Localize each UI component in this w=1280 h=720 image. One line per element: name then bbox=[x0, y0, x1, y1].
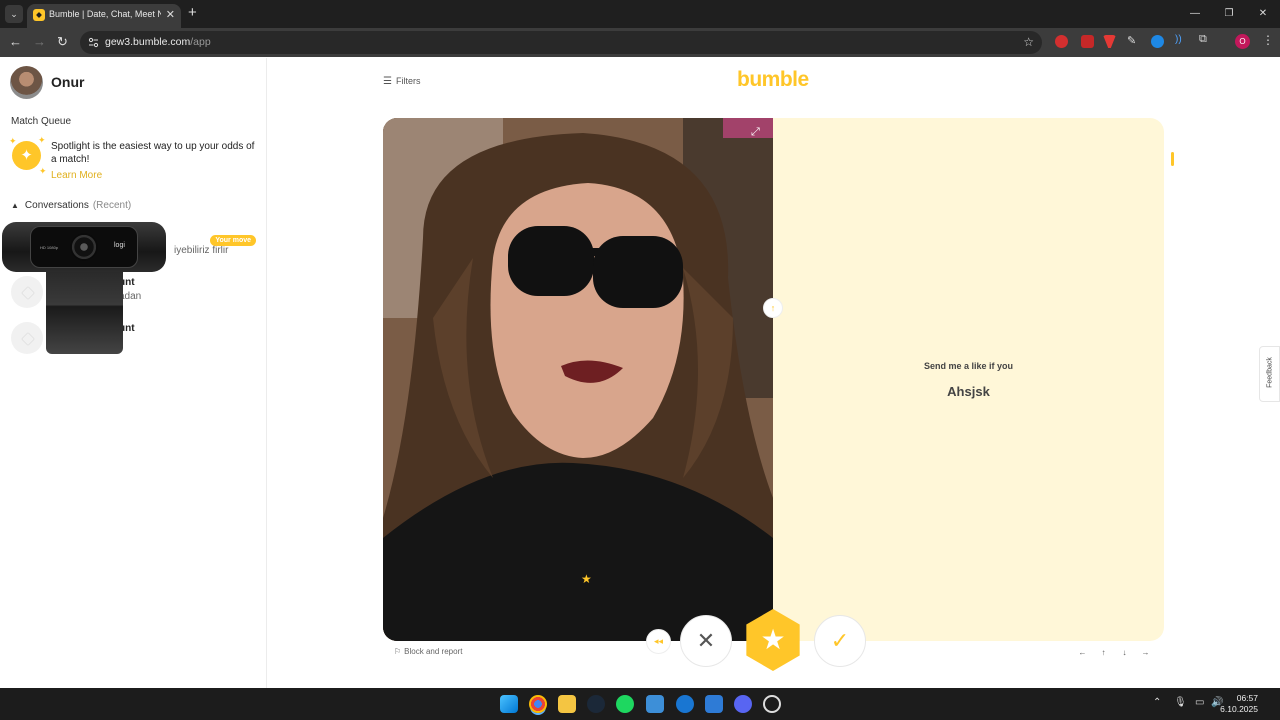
flag-icon: ⚐ bbox=[394, 647, 402, 656]
webcam-lens bbox=[70, 233, 98, 261]
extension-icon[interactable] bbox=[1055, 35, 1068, 48]
webcam-label: HD 1080p bbox=[40, 245, 59, 250]
arrow-up-hint: ↑ bbox=[1101, 648, 1106, 657]
taskbar: ⌃ 🎙 ▭ 🔊 06:57 6.10.2025 bbox=[0, 688, 1280, 720]
svg-text:★: ★ bbox=[581, 572, 592, 586]
webcam-logo: logi bbox=[114, 242, 125, 249]
chevron-up-icon: ▲ bbox=[11, 201, 19, 210]
keyboard-hints: ← ↑ ↓ → bbox=[1076, 646, 1152, 659]
app-icon[interactable] bbox=[676, 695, 694, 713]
scroll-up-button[interactable]: ↑ bbox=[763, 298, 783, 318]
bookmark-star-icon[interactable]: ☆ bbox=[1023, 35, 1034, 49]
address-bar[interactable]: gew3.bumble.com/app ☆ bbox=[80, 31, 1042, 54]
browser-tab[interactable]: Bumble | Date, Chat, Meet New ✕ bbox=[27, 4, 181, 28]
extension-icon[interactable]: )) bbox=[1175, 34, 1188, 47]
minimize-button[interactable]: — bbox=[1178, 0, 1212, 28]
chrome-taskbar-icon[interactable] bbox=[529, 695, 547, 713]
steam-icon[interactable] bbox=[587, 695, 605, 713]
discord-icon[interactable] bbox=[734, 695, 752, 713]
app-icon[interactable] bbox=[763, 695, 781, 713]
site-info-icon[interactable] bbox=[88, 37, 99, 48]
reload-button[interactable]: ↻ bbox=[57, 34, 68, 50]
like-button[interactable]: ✓ bbox=[814, 615, 866, 667]
clock-time: 06:57 bbox=[1236, 693, 1258, 703]
browser-tab-strip: ⌄ Bumble | Date, Chat, Meet New ✕ + — ❐ … bbox=[0, 0, 1280, 28]
file-explorer-icon[interactable] bbox=[558, 695, 576, 713]
arrow-down-hint: ↓ bbox=[1122, 648, 1127, 657]
rewind-button[interactable]: ◂◂ bbox=[646, 629, 671, 654]
microphone-icon[interactable]: 🎙 bbox=[1174, 697, 1187, 708]
back-button[interactable]: ← bbox=[9, 34, 22, 49]
feedback-tab[interactable]: Feedback bbox=[1259, 346, 1280, 402]
photos-icon[interactable] bbox=[646, 695, 664, 713]
profile-answer: Ahsjsk bbox=[947, 384, 990, 399]
user-avatar[interactable] bbox=[10, 66, 43, 99]
bumble-favicon-icon bbox=[33, 9, 45, 21]
your-move-badge: Your move bbox=[210, 235, 256, 246]
tray-chevron-icon[interactable]: ⌃ bbox=[1153, 697, 1161, 708]
sidebar: Onur Match Queue ✦ ✦ ✦ ✦ Spotlight is th… bbox=[0, 58, 267, 688]
windows-start-icon[interactable] bbox=[500, 695, 518, 713]
dropper-icon[interactable]: ✎ bbox=[1127, 34, 1140, 47]
window-controls: — ❐ ✕ bbox=[1178, 0, 1280, 28]
extension-icon[interactable] bbox=[1151, 35, 1164, 48]
forward-button[interactable]: → bbox=[33, 34, 46, 49]
network-icon[interactable]: ▭ bbox=[1195, 697, 1204, 708]
arrow-right-hint: → bbox=[1141, 648, 1150, 657]
spotify-icon[interactable] bbox=[616, 695, 634, 713]
sparkle-icon: ✦ bbox=[39, 166, 47, 176]
url-text: gew3.bumble.com/app bbox=[105, 36, 211, 48]
close-window-button[interactable]: ✕ bbox=[1246, 0, 1280, 28]
arrow-left-hint: ← bbox=[1078, 648, 1087, 657]
filters-sliders-icon: ☰ bbox=[383, 76, 392, 87]
pass-button[interactable]: ✕ bbox=[680, 615, 732, 667]
new-tab-button[interactable]: + bbox=[188, 4, 197, 21]
profile-photo[interactable]: ★ ⤢ bbox=[383, 118, 773, 641]
browser-toolbar: ← → ↻ gew3.bumble.com/app ☆ ✎ )) ⧉ O ⋮ bbox=[0, 28, 1280, 57]
bumble-app: Onur Match Queue ✦ ✦ ✦ ✦ Spotlight is th… bbox=[0, 58, 1280, 688]
spotlight-text: Spotlight is the easiest way to up your … bbox=[51, 141, 255, 165]
extensions-puzzle-icon[interactable]: ⧉ bbox=[1199, 33, 1212, 46]
extension-icon[interactable] bbox=[1103, 35, 1116, 48]
restore-button[interactable]: ❐ bbox=[1212, 0, 1246, 28]
bumble-logo: bumble bbox=[737, 68, 809, 91]
browser-menu-icon[interactable]: ⋮ bbox=[1262, 33, 1274, 47]
profile-prompt: Send me a like if you bbox=[923, 361, 1014, 371]
app-icon[interactable] bbox=[705, 695, 723, 713]
tab-close-icon[interactable]: ✕ bbox=[166, 8, 175, 21]
sparkle-icon: ✦ bbox=[38, 135, 46, 145]
webcam-overlay: HD 1080p logi bbox=[2, 222, 166, 354]
match-queue-title: Match Queue bbox=[11, 116, 72, 127]
tab-search-button[interactable]: ⌄ bbox=[5, 5, 23, 23]
tab-title: Bumble | Date, Chat, Meet New bbox=[49, 9, 161, 19]
profile-avatar-button[interactable]: O bbox=[1235, 34, 1250, 49]
user-name[interactable]: Onur bbox=[51, 74, 84, 90]
spotlight-icon[interactable]: ✦ bbox=[12, 141, 41, 170]
expand-icon[interactable]: ⤢ bbox=[751, 126, 760, 139]
clock[interactable]: 06:57 6.10.2025 bbox=[1220, 693, 1258, 715]
block-report-link[interactable]: ⚐ Block and report bbox=[394, 647, 462, 656]
webcam-stand bbox=[46, 272, 123, 354]
conversations-header[interactable]: ▲ Conversations (Recent) bbox=[11, 200, 131, 211]
learn-more-link[interactable]: Learn More bbox=[51, 170, 102, 181]
extension-icon[interactable] bbox=[1081, 35, 1094, 48]
profile-card: ★ ⤢ Send me a like if you Ahsjsk bbox=[383, 118, 1164, 641]
conversation-message: iyebiliriz firlir bbox=[174, 245, 229, 256]
webcam-body: HD 1080p logi bbox=[2, 222, 166, 272]
filters-button[interactable]: ☰ Filters bbox=[383, 76, 420, 87]
scrollbar-thumb[interactable] bbox=[1171, 152, 1174, 166]
profile-about-panel: Send me a like if you Ahsjsk bbox=[773, 118, 1164, 641]
clock-date: 6.10.2025 bbox=[1220, 704, 1258, 714]
